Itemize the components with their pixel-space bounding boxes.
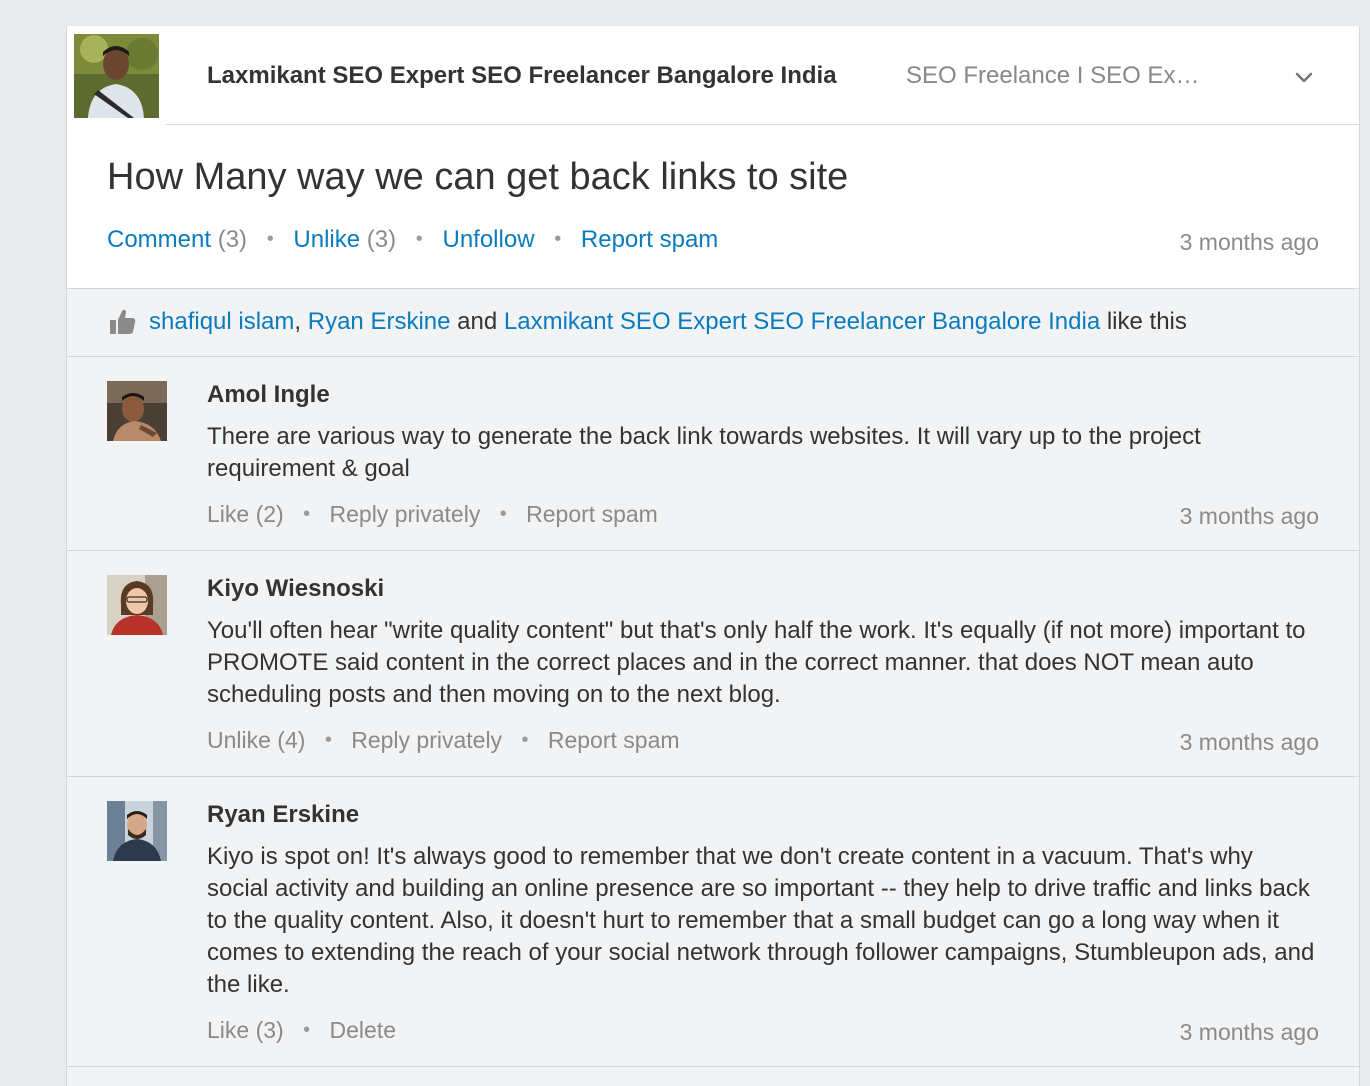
author-name[interactable]: Laxmikant SEO Expert SEO Freelancer Bang… [207,62,837,90]
likes-text: shafiqul islam, Ryan Erskine and Laxmika… [149,308,1187,336]
like-button[interactable]: Like (3) [207,1017,284,1043]
discussion-card: Laxmikant SEO Expert SEO Freelancer Bang… [66,26,1360,1086]
comment-timestamp: 3 months ago [1179,503,1319,529]
likes-separator: , [294,308,302,335]
like-button[interactable]: Like (2) [207,501,284,527]
commenter-avatar[interactable] [107,801,167,861]
unfollow-button[interactable]: Unfollow [442,226,534,253]
comment-timestamp: 3 months ago [1179,729,1319,755]
reply-privately-button[interactable]: Reply privately [351,727,502,753]
commenter-avatar[interactable] [107,381,167,441]
post-title: How Many way we can get back links to si… [107,156,849,198]
delete-button[interactable]: Delete [330,1017,396,1043]
likes-summary: shafiqul islam, Ryan Erskine and Laxmika… [67,288,1359,357]
report-spam-button[interactable]: Report spam [526,501,658,527]
author-headline: SEO Freelance I SEO Ex… [906,62,1200,89]
post-timestamp: 3 months ago [1179,229,1319,255]
separator-dot: • [499,503,507,525]
comment-actions: Unlike (4) • Reply privately • Report sp… [207,727,680,754]
likes-suffix: like this [1106,308,1187,335]
comment-item: Kiyo Wiesnoski You'll often hear "write … [67,551,1359,777]
comment-button[interactable]: Comment [107,226,211,253]
separator-dot: • [324,729,332,751]
comment-body: Kiyo is spot on! It's always good to rem… [207,843,1315,998]
commenter-name[interactable]: Kiyo Wiesnoski [207,575,384,603]
liker-link[interactable]: shafiqul islam [149,308,294,335]
comment-body: You'll often hear "write quality content… [207,617,1306,708]
author-avatar[interactable] [74,34,159,118]
separator-dot: • [266,228,274,250]
like-count: (3) [366,226,397,253]
chevron-down-icon[interactable] [1293,66,1315,88]
post-actions: Comment (3) • Unlike (3) • Unfollow • Re… [107,226,718,254]
liker-link[interactable]: Ryan Erskine [308,308,451,335]
commenter-name[interactable]: Ryan Erskine [207,801,359,829]
comment-actions: Like (3) • Delete [207,1017,396,1044]
commenter-avatar[interactable] [107,575,167,635]
comment-count: (3) [217,226,248,253]
commenter-name[interactable]: Amol Ingle [207,381,330,409]
separator-dot: • [303,1019,311,1041]
separator-dot: • [415,228,423,250]
report-spam-button[interactable]: Report spam [581,226,718,253]
unlike-button[interactable]: Unlike (4) [207,727,305,753]
unlike-button[interactable]: Unlike [293,226,360,253]
separator-dot: • [521,729,529,751]
header-divider [166,124,1359,125]
separator-dot: • [554,228,562,250]
separator-dot: • [303,503,311,525]
post-header: Laxmikant SEO Expert SEO Freelancer Bang… [67,26,1359,289]
likes-and: and [457,308,498,335]
comment-item: Ryan Erskine Kiyo is spot on! It's alway… [67,777,1359,1067]
report-spam-button[interactable]: Report spam [548,727,680,753]
comment-body: There are various way to generate the ba… [207,423,1201,482]
comment-item: Amol Ingle There are various way to gene… [67,357,1359,551]
comment-actions: Like (2) • Reply privately • Report spam [207,501,658,528]
thumbs-up-icon [107,306,137,336]
liker-link[interactable]: Laxmikant SEO Expert SEO Freelancer Bang… [504,308,1100,335]
comment-timestamp: 3 months ago [1179,1019,1319,1045]
reply-privately-button[interactable]: Reply privately [330,501,481,527]
